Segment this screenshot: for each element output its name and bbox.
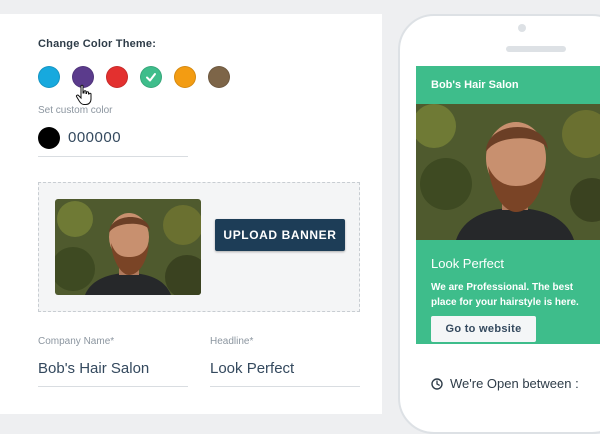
custom-color-swatch[interactable] [38,127,60,149]
preview-open-hours: We're Open between : [431,376,579,391]
swatch-blue[interactable] [38,66,60,88]
phone-camera [518,24,526,32]
phone-screen: Bob's Hair Salon Look Perfect We are Pro… [416,66,600,400]
theme-title: Change Color Theme: [38,38,157,50]
company-name-underline [38,386,188,387]
headline-underline [210,386,360,387]
company-name-input[interactable]: Bob's Hair Salon [38,360,149,377]
preview-open-label: We're Open between : [450,376,579,391]
swatch-orange[interactable] [174,66,196,88]
preview-description: We are Professional. The best place for … [431,282,579,308]
swatch-red[interactable] [106,66,128,88]
custom-color-underline [38,156,188,157]
headline-input[interactable]: Look Perfect [210,360,294,377]
go-to-website-button[interactable]: Go to website [431,316,536,342]
phone-speaker [506,46,566,52]
banner-upload-area[interactable]: UPLOAD BANNER [38,182,360,312]
preview-headline: Look Perfect [431,256,504,271]
custom-color-input[interactable]: 000000 [68,129,121,146]
editor-panel: Change Color Theme: Set custom color 000… [0,14,382,414]
preview-header: Bob's Hair Salon [416,66,600,104]
upload-banner-button[interactable]: UPLOAD BANNER [215,219,345,251]
swatch-green[interactable] [140,66,162,88]
company-name-label: Company Name* [38,336,115,347]
banner-image [55,199,201,295]
headline-label: Headline* [210,336,254,347]
preview-banner-image [416,104,600,240]
preview-banner [416,104,600,240]
preview-hero: Look Perfect We are Professional. The be… [416,240,600,344]
clock-icon [431,377,443,390]
preview-header-title: Bob's Hair Salon [431,79,519,91]
banner-thumbnail [55,199,201,295]
check-icon [146,73,156,82]
pointer-cursor-icon [75,84,92,105]
custom-color-label: Set custom color [38,105,113,116]
swatch-brown[interactable] [208,66,230,88]
